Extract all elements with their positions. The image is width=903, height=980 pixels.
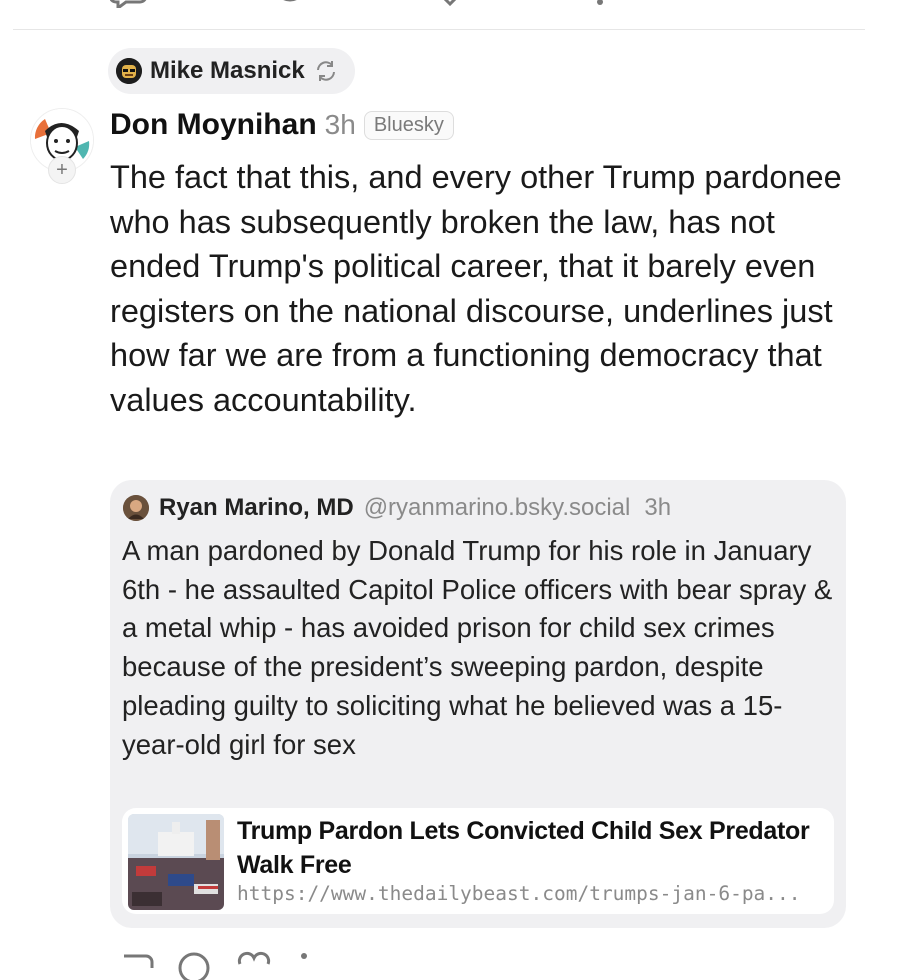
repost-action[interactable] xyxy=(176,950,212,980)
quote-author-name[interactable]: Ryan Marino, MD xyxy=(159,494,354,522)
quote-header: Ryan Marino, MD @ryanmarino.bsky.social … xyxy=(123,494,671,522)
link-thumbnail xyxy=(128,814,224,910)
platform-badge: Bluesky xyxy=(363,110,454,140)
repost-user-avatar xyxy=(116,58,142,84)
quote-text: A man pardoned by Donald Trump for his r… xyxy=(122,535,833,760)
link-title: Trump Pardon Lets Convicted Child Sex Pr… xyxy=(237,817,810,879)
more-icon[interactable] xyxy=(590,0,610,8)
repost-icon xyxy=(316,61,335,81)
more-icon xyxy=(301,953,307,959)
repost-indicator[interactable]: Mike Masnick xyxy=(108,48,355,94)
more-action[interactable] xyxy=(296,950,312,980)
repost-icon[interactable] xyxy=(270,0,310,8)
reply-icon xyxy=(124,954,154,968)
post-divider xyxy=(13,29,865,30)
repost-icon xyxy=(178,952,210,980)
author-avatar-group: + xyxy=(30,108,94,188)
post-actions xyxy=(118,950,312,980)
reply-action[interactable] xyxy=(118,950,154,980)
quote-time: 3h xyxy=(644,494,672,521)
link-url: https://www.thedailybeast.com/trumps-jan… xyxy=(237,882,801,905)
post-header: Don Moynihan 3h Bluesky xyxy=(110,108,454,142)
heart-icon xyxy=(237,951,271,965)
follow-plus-button[interactable]: + xyxy=(48,156,76,184)
quote-post-card[interactable]: Ryan Marino, MD @ryanmarino.bsky.social … xyxy=(110,480,846,928)
post-time[interactable]: 3h xyxy=(325,109,356,141)
post-text: The fact that this, and every other Trum… xyxy=(110,159,842,418)
repost-user-name: Mike Masnick xyxy=(150,57,305,84)
quote-author-avatar xyxy=(123,495,149,521)
reply-icon[interactable] xyxy=(110,0,150,8)
plus-icon: + xyxy=(56,159,68,181)
like-action[interactable] xyxy=(234,950,274,980)
link-preview-card[interactable]: Trump Pardon Lets Convicted Child Sex Pr… xyxy=(122,808,834,914)
previous-post-actions xyxy=(110,0,610,8)
heart-icon[interactable] xyxy=(430,0,470,8)
quote-author-handle[interactable]: @ryanmarino.bsky.social xyxy=(364,494,631,522)
author-name[interactable]: Don Moynihan xyxy=(110,108,317,142)
